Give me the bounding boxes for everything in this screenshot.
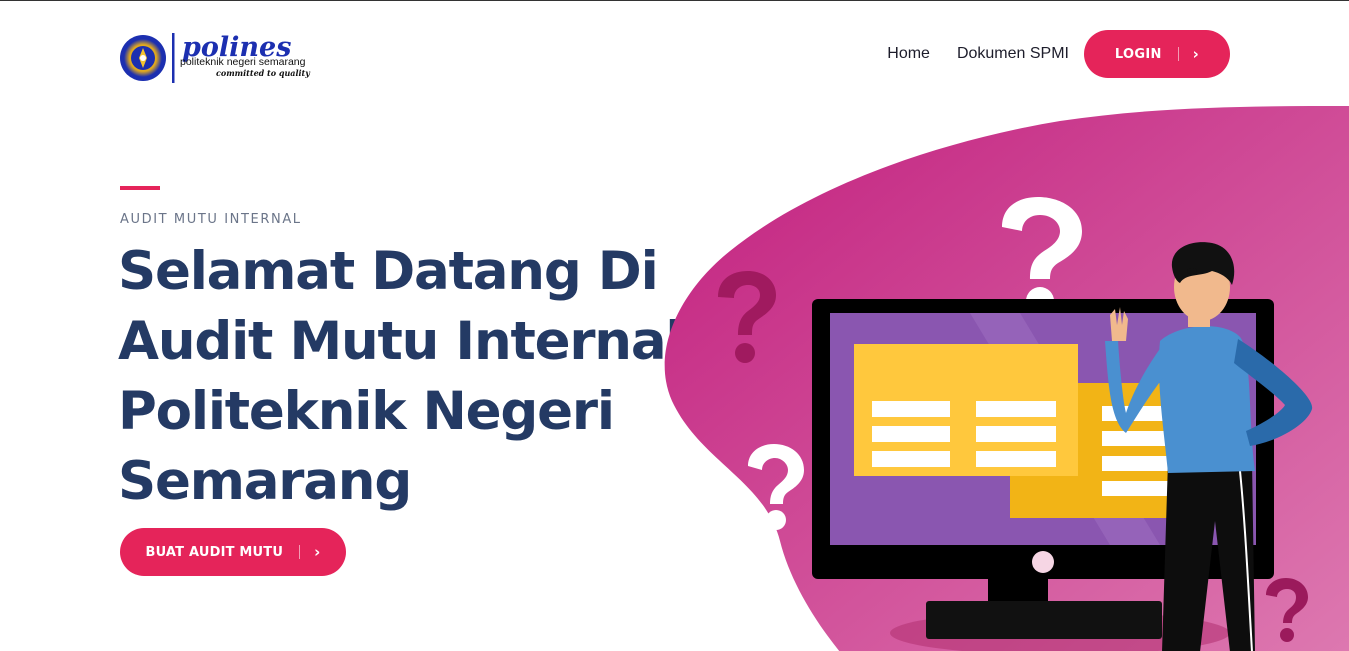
- brand-logo[interactable]: polines politeknik negeri semarang commi…: [120, 31, 332, 85]
- page: polines politeknik negeri semarang commi…: [0, 0, 1349, 651]
- nav-link-home[interactable]: Home: [887, 45, 930, 63]
- buat-audit-mutu-button[interactable]: BUAT AUDIT MUTU ›: [120, 528, 346, 576]
- chevron-right-icon: ›: [1192, 45, 1200, 63]
- hero-title-line: Politeknik Negeri: [118, 381, 615, 442]
- cta-button-label: BUAT AUDIT MUTU: [145, 544, 284, 560]
- button-divider: [1177, 47, 1179, 61]
- nav-link-dokumen-spmi[interactable]: Dokumen SPMI: [957, 45, 1069, 63]
- hero-title-line: Audit Mutu Internal: [118, 311, 684, 372]
- hero-title: Selamat Datang Di Audit Mutu Internal Po…: [118, 237, 684, 517]
- hero-title-line: Semarang: [118, 451, 412, 512]
- hero-title-line: Selamat Datang Di: [118, 241, 659, 302]
- logo-subtitle: politeknik negeri semarang: [180, 56, 306, 68]
- logo-tagline: committed to quality: [216, 68, 310, 78]
- login-button-label: LOGIN: [1114, 46, 1162, 62]
- main-nav: Home Dokumen SPMI LOGIN ›: [887, 30, 1230, 78]
- button-divider: [299, 545, 301, 559]
- login-button[interactable]: LOGIN ›: [1084, 30, 1230, 78]
- hero-illustration: [664, 106, 1349, 651]
- hero-eyebrow: AUDIT MUTU INTERNAL: [120, 212, 302, 227]
- accent-line: [120, 186, 160, 190]
- chevron-right-icon: ›: [314, 543, 321, 561]
